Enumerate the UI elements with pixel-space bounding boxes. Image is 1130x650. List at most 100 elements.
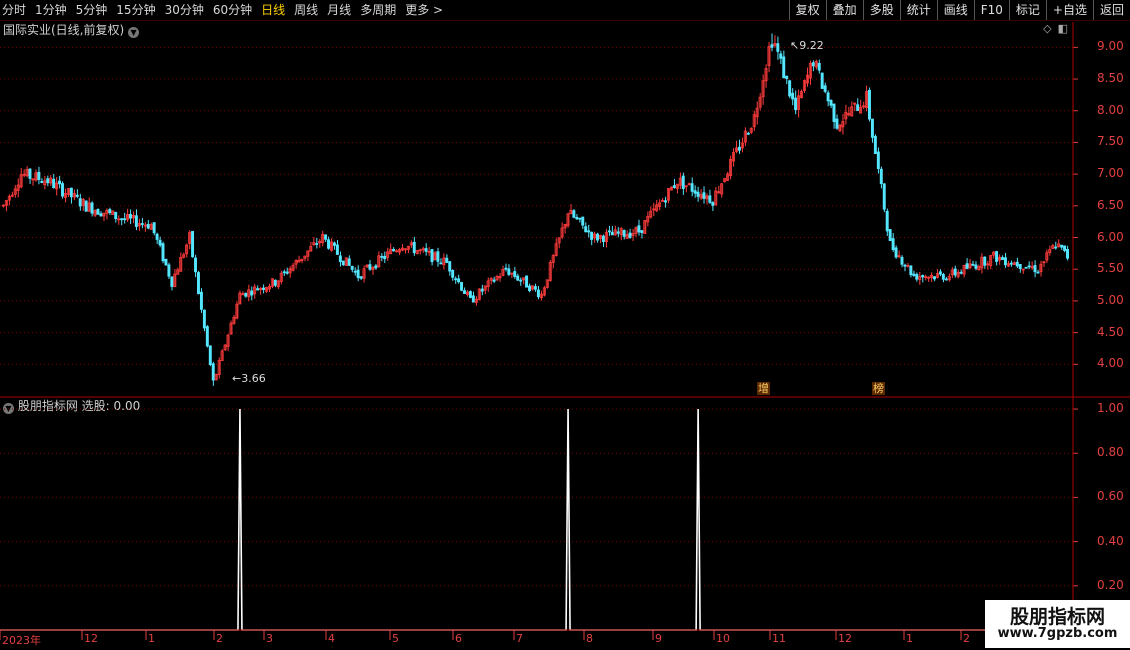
date-label: 3 [266, 632, 273, 645]
candle-body [1036, 271, 1040, 274]
candle-body [412, 241, 416, 254]
candle-body [1, 204, 5, 207]
candle-body [155, 233, 159, 240]
indicator-tick-label: 0.80 [1097, 445, 1124, 460]
candle-body [433, 252, 437, 261]
candle-body [879, 168, 883, 184]
period-tab-8[interactable]: 月线 [327, 0, 351, 20]
candle-body [746, 132, 750, 135]
candle-body [607, 230, 611, 233]
candle-body [740, 142, 744, 149]
candle-body [995, 251, 999, 262]
indicator-panel-title[interactable]: ▼ 股朋指标网 选股: 0.00 [3, 398, 140, 414]
candle-body [350, 265, 354, 270]
indicator-tick-label: 1.00 [1097, 401, 1124, 416]
period-tab-0[interactable]: 分时 [2, 0, 26, 20]
action-button-5[interactable]: F10 [973, 0, 1009, 20]
period-tab-10[interactable]: 更多 > [405, 0, 443, 20]
date-label: 4 [328, 632, 335, 645]
candle-body [666, 188, 670, 201]
candle-body [510, 272, 514, 275]
candle-body [915, 274, 919, 280]
candle-body [123, 218, 127, 221]
candle-body [743, 130, 747, 143]
layout-icon[interactable]: ◧ [1058, 22, 1068, 35]
action-button-7[interactable]: +自选 [1045, 0, 1093, 20]
candle-body [477, 288, 481, 300]
candle-body [1003, 257, 1007, 266]
candle-body [72, 193, 76, 198]
period-tab-2[interactable]: 5分钟 [76, 0, 108, 20]
candle-body [49, 177, 53, 184]
tag-zeng[interactable]: 增 [757, 382, 770, 395]
candle-body [474, 298, 478, 303]
period-tab-4[interactable]: 30分钟 [165, 0, 204, 20]
action-button-3[interactable]: 统计 [899, 0, 937, 20]
candle-body [241, 293, 245, 296]
candle-body [749, 127, 753, 133]
candle-body [471, 295, 475, 303]
action-button-2[interactable]: 多股 [862, 0, 900, 20]
candle-body [959, 271, 963, 274]
period-tab-3[interactable]: 15分钟 [116, 0, 155, 20]
candle-body [415, 249, 419, 255]
action-button-6[interactable]: 标记 [1008, 0, 1046, 20]
date-label: 2023年 [2, 634, 41, 647]
candle-body [539, 293, 543, 299]
main-panel-title[interactable]: 国际实业(日线,前复权) ▼ [3, 22, 140, 38]
indicator-value: 选股: 0.00 [81, 399, 141, 413]
candle-body [734, 147, 738, 152]
action-button-8[interactable]: 返回 [1092, 0, 1130, 20]
stock-title: 国际实业(日线,前复权) [3, 23, 125, 37]
candle-body [516, 275, 520, 281]
candle-body [442, 257, 446, 266]
candle-body [501, 269, 505, 276]
period-tab-7[interactable]: 周线 [294, 0, 318, 20]
candle-body [96, 209, 100, 215]
date-label: 11 [772, 632, 786, 645]
action-button-1[interactable]: 叠加 [825, 0, 863, 20]
chevron-down-icon[interactable]: ▼ [3, 403, 14, 414]
price-tick-label: 6.50 [1097, 197, 1124, 212]
candle-body [941, 274, 945, 280]
candle-body [835, 118, 839, 129]
period-tab-5[interactable]: 60分钟 [213, 0, 252, 20]
candle-body [315, 243, 319, 245]
period-tab-1[interactable]: 1分钟 [35, 0, 67, 20]
action-button-4[interactable]: 画线 [936, 0, 974, 20]
candle-body [1015, 261, 1019, 267]
candle-body [406, 245, 410, 250]
candle-body [194, 257, 197, 273]
candle-body [321, 233, 325, 243]
candle-body [152, 222, 156, 234]
action-button-0[interactable]: 复权 [788, 0, 826, 20]
period-tab-9[interactable]: 多周期 [360, 0, 396, 20]
candle-body [1018, 264, 1022, 270]
candle-body [811, 62, 815, 67]
candle-body [998, 256, 1002, 261]
candle-body [273, 279, 277, 286]
date-label: 12 [838, 632, 852, 645]
candle-body [25, 168, 29, 177]
candle-body [862, 105, 866, 108]
candle-body [454, 278, 458, 281]
candle-body [927, 276, 931, 279]
candle-body [678, 177, 682, 186]
candle-body [581, 216, 585, 226]
candle-body [75, 194, 79, 197]
chevron-down-icon[interactable]: ▼ [128, 27, 140, 38]
candle-body [1051, 245, 1055, 249]
period-tab-6[interactable]: 日线 [261, 0, 285, 20]
candle-body [900, 256, 904, 265]
candle-body [610, 231, 614, 236]
candle-body [383, 255, 387, 260]
candle-body [294, 260, 298, 265]
candle-body [625, 234, 629, 239]
candle-body [844, 111, 848, 120]
candle-body [359, 276, 363, 279]
candle-body [108, 209, 112, 214]
candle-body [799, 91, 803, 99]
diamond-icon[interactable]: ◇ [1043, 22, 1051, 35]
tag-bang[interactable]: 榜 [872, 382, 885, 395]
candle-body [226, 334, 230, 347]
